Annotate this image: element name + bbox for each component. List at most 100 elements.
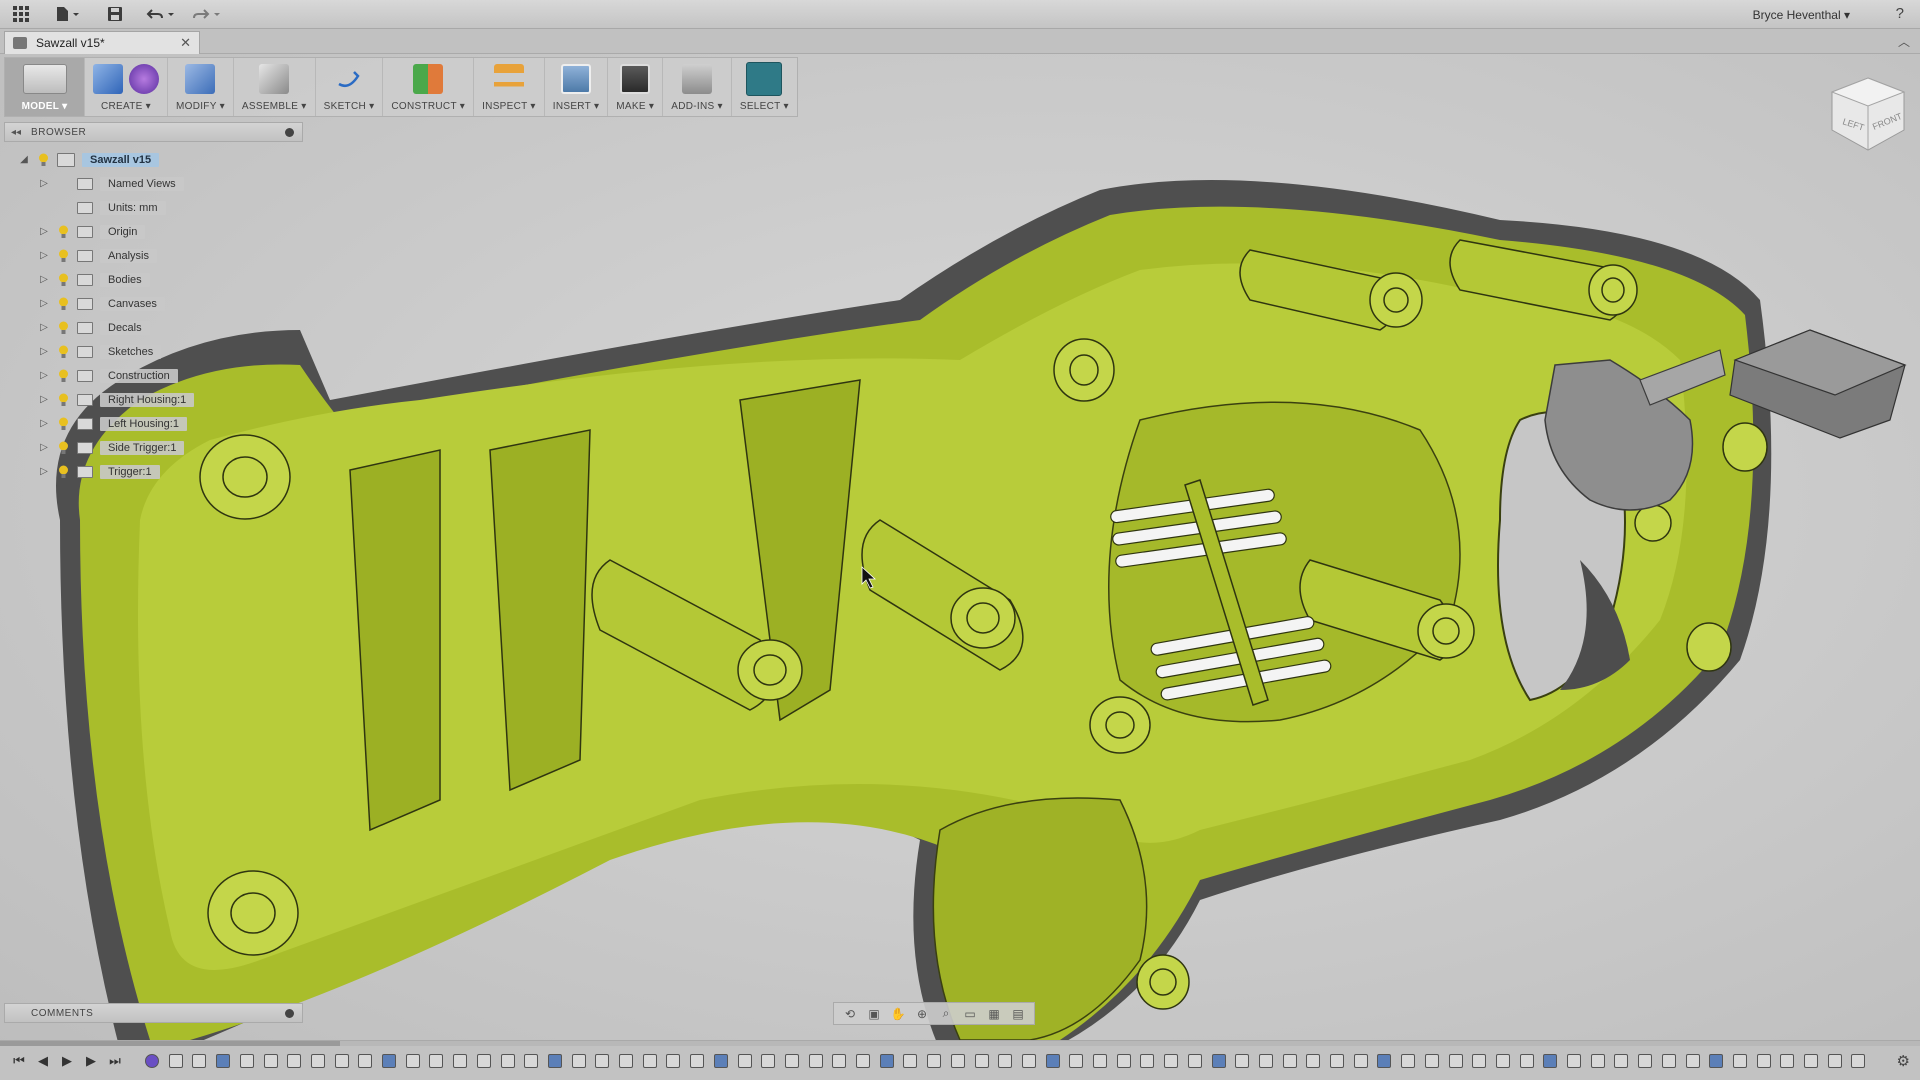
timeline-feature-icon[interactable] (287, 1054, 302, 1068)
timeline-feature-icon[interactable] (453, 1054, 468, 1068)
visibility-bulb-icon[interactable] (58, 465, 69, 479)
timeline-feature-icon[interactable] (595, 1054, 610, 1068)
toolbar-group-make[interactable]: MAKE ▾ (608, 58, 664, 116)
timeline-feature-icon[interactable] (216, 1054, 231, 1068)
timeline-feature-icon[interactable] (1827, 1054, 1842, 1068)
go-to-start-icon[interactable]: ⏮ (10, 1052, 28, 1070)
timeline-feature-icon[interactable] (192, 1054, 207, 1068)
pin-panel-icon[interactable] (285, 128, 294, 137)
timeline-feature-icon[interactable] (1756, 1054, 1771, 1068)
timeline-scrollbar[interactable] (0, 1041, 1920, 1046)
timeline-feature-icon[interactable] (168, 1054, 183, 1068)
view-cube[interactable]: LEFT FRONT (1828, 76, 1908, 152)
visibility-bulb-icon[interactable] (58, 417, 69, 431)
timeline-feature-icon[interactable] (429, 1054, 444, 1068)
timeline-feature-icon[interactable] (761, 1054, 776, 1068)
timeline-feature-icon[interactable] (1638, 1054, 1653, 1068)
browser-tree-item[interactable]: ▷ Side Trigger:1 (38, 438, 185, 457)
timeline-feature-icon[interactable] (1495, 1054, 1510, 1068)
timeline-feature-icon[interactable] (1804, 1054, 1818, 1068)
measure-icon[interactable] (493, 64, 524, 94)
insert-image-icon[interactable] (561, 64, 592, 94)
visibility-bulb-icon[interactable] (58, 177, 69, 191)
timeline-feature-icon[interactable] (784, 1054, 799, 1068)
file-menu-icon[interactable] (52, 4, 84, 24)
toolbar-group-construct[interactable]: CONSTRUCT ▾ (383, 58, 475, 116)
timeline-feature-icon[interactable] (1519, 1054, 1534, 1068)
comments-panel-header[interactable]: COMMENTS (4, 1003, 303, 1023)
browser-tree-item[interactable]: ▷ Canvases (38, 294, 165, 313)
timeline-feature-icon[interactable] (571, 1054, 586, 1068)
browser-tree-item[interactable]: ▷ Sketches (38, 342, 162, 361)
timeline-feature-icon[interactable] (1021, 1054, 1036, 1068)
viewports-icon[interactable]: ▤ (1008, 1005, 1028, 1022)
timeline-feature-icon[interactable] (619, 1054, 633, 1068)
timeline-feature-icon[interactable] (524, 1054, 539, 1068)
timeline-feature-icon[interactable] (1330, 1054, 1344, 1068)
timeline-feature-icon[interactable] (547, 1054, 562, 1068)
timeline-feature-icon[interactable] (1661, 1054, 1676, 1068)
expand-triangle-icon[interactable]: ▷ (38, 294, 50, 313)
timeline-feature-icon[interactable] (1401, 1054, 1416, 1068)
timeline-feature-icon[interactable] (666, 1054, 681, 1068)
timeline-feature-icon[interactable] (1543, 1054, 1558, 1068)
browser-tree-item[interactable]: ▷ Decals (38, 318, 150, 337)
expand-triangle-icon[interactable]: ▷ (38, 174, 50, 193)
step-back-icon[interactable]: ◀ (34, 1052, 52, 1070)
expand-triangle-icon[interactable]: ▷ (38, 414, 50, 433)
browser-tree-item[interactable]: ▷ Named Views (38, 174, 184, 193)
timeline-feature-icon[interactable] (1258, 1054, 1273, 1068)
3d-viewport[interactable] (0, 54, 1920, 1054)
3d-print-icon[interactable] (620, 64, 651, 94)
close-tab-icon[interactable]: ✕ (180, 35, 191, 51)
pin-comments-icon[interactable] (285, 1009, 294, 1018)
workspace-switcher-model[interactable]: MODEL ▾ (5, 58, 85, 116)
expand-triangle-icon[interactable]: ▷ (38, 438, 50, 457)
fit-icon[interactable]: ⌕ (936, 1005, 956, 1022)
timeline-feature-icon[interactable] (1851, 1054, 1866, 1068)
go-to-end-icon[interactable]: ⏭ (106, 1052, 124, 1070)
browser-panel-header[interactable]: ◂◂ BROWSER (4, 122, 303, 142)
pan-icon[interactable]: ✋ (888, 1005, 908, 1022)
timeline-feature-icon[interactable] (263, 1054, 278, 1068)
timeline-feature-icon[interactable] (998, 1054, 1013, 1068)
press-pull-icon[interactable] (185, 64, 216, 94)
toolbar-group-sketch[interactable]: SKETCH ▾ (316, 58, 384, 116)
timeline-feature-icon[interactable] (642, 1054, 657, 1068)
timeline-feature-icon[interactable] (950, 1054, 965, 1068)
undo-icon[interactable] (144, 4, 178, 24)
chevron-up-icon[interactable]: ︿ (1898, 33, 1910, 50)
timeline-feature-icon[interactable] (903, 1054, 918, 1068)
timeline-feature-icon[interactable] (737, 1054, 752, 1068)
expand-triangle-icon[interactable] (38, 198, 50, 217)
tree-root-label[interactable]: Sawzall v15 (82, 152, 160, 167)
timeline-feature-icon[interactable] (1424, 1054, 1439, 1068)
visibility-bulb-icon[interactable] (58, 249, 69, 263)
expand-triangle-icon[interactable]: ▷ (38, 390, 50, 409)
timeline-feature-icon[interactable] (1590, 1054, 1605, 1068)
grid-settings-icon[interactable]: ▦ (984, 1005, 1004, 1022)
timeline-feature-icon[interactable] (358, 1054, 373, 1068)
look-at-icon[interactable]: ▣ (864, 1005, 884, 1022)
step-forward-icon[interactable]: ▶ (82, 1052, 100, 1070)
browser-tree-item[interactable]: ▷ Left Housing:1 (38, 414, 187, 433)
visibility-bulb-icon[interactable] (58, 369, 69, 383)
browser-tree-item[interactable]: Units: mm (38, 198, 166, 217)
timeline-feature-icon[interactable] (974, 1054, 989, 1068)
form-sphere-icon[interactable] (129, 64, 159, 94)
expand-triangle-icon[interactable]: ▷ (38, 246, 50, 265)
help-icon[interactable]: ? (1896, 5, 1904, 22)
visibility-bulb-icon[interactable] (58, 201, 69, 215)
timeline-feature-icon[interactable] (713, 1054, 728, 1068)
toolbar-group-create[interactable]: CREATE ▾ (85, 58, 168, 116)
timeline-feature-icon[interactable] (1732, 1054, 1747, 1068)
sketch-icon[interactable] (334, 64, 364, 94)
timeline-feature-icon[interactable] (832, 1054, 847, 1068)
toolbar-group-insert[interactable]: INSERT ▾ (545, 58, 609, 116)
gear-icon[interactable]: ⚙ (1897, 1052, 1910, 1070)
timeline-feature-icon[interactable] (1211, 1054, 1226, 1068)
offset-plane-icon[interactable] (413, 64, 444, 94)
timeline-feature-icon[interactable] (145, 1054, 159, 1068)
expand-triangle-icon[interactable]: ▷ (38, 366, 50, 385)
user-menu[interactable]: Bryce Heventhal ▾ (1753, 8, 1850, 22)
